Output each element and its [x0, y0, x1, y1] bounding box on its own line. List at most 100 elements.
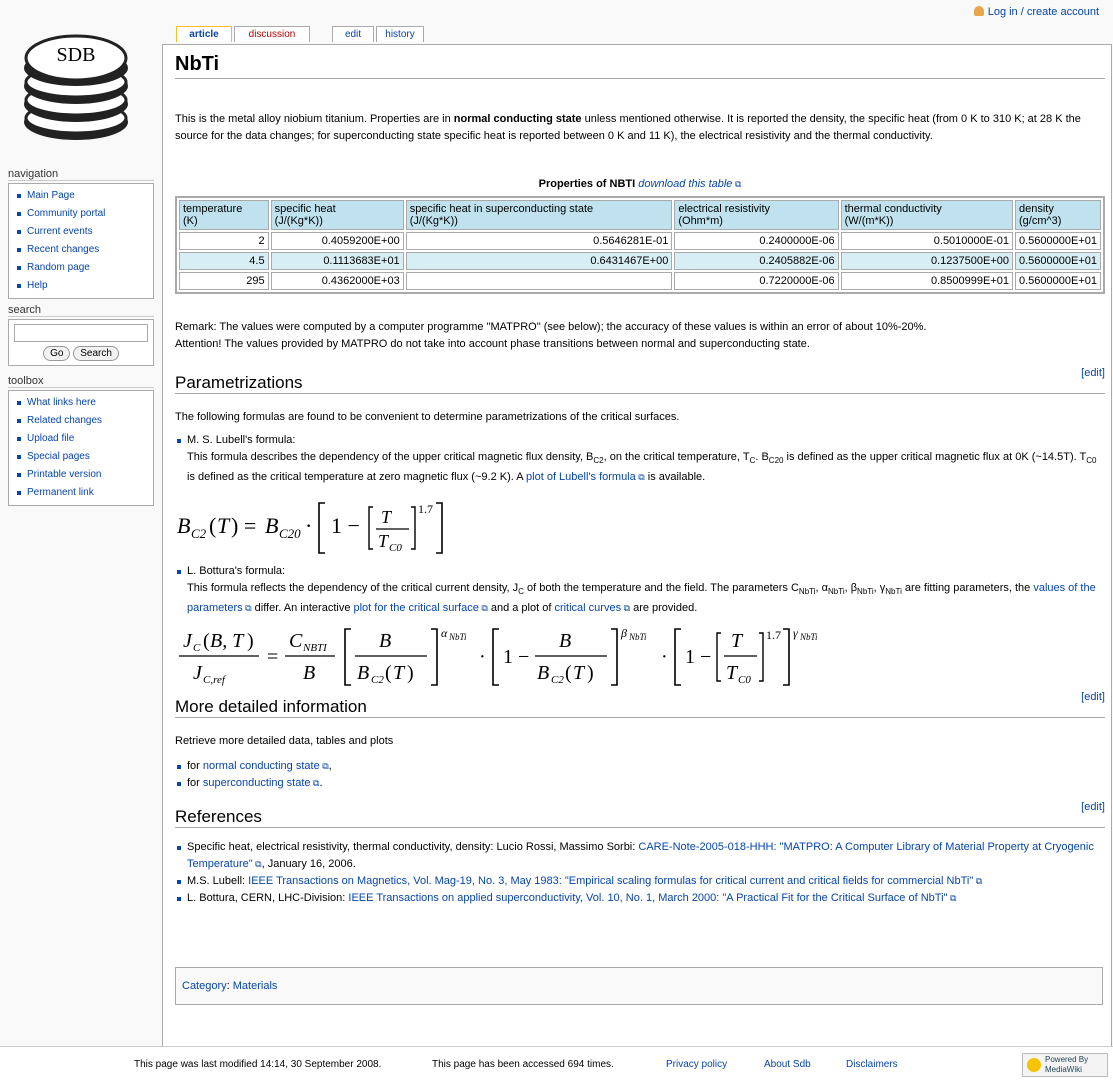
table-cell — [405, 272, 673, 290]
svg-text:B: B — [177, 513, 190, 538]
navigation-portlet: navigation Main Page Community portal Cu… — [8, 168, 154, 299]
section-parametrizations: Parametrizations [edit] — [175, 367, 1105, 394]
bottura-formula-image: J C(B, T) J C,ref = C NBTI B B B C2(T) α NbTi… — [179, 626, 818, 686]
lubell-title: M. S. Lubell's formula: — [175, 432, 1103, 449]
category-materials-link[interactable]: Materials — [233, 980, 278, 992]
nav-item-community-portal[interactable]: Community portal — [17, 205, 149, 223]
login-link[interactable]: Log in / create account — [988, 6, 1099, 18]
edit-section-link[interactable]: [edit] — [1081, 367, 1105, 379]
toolbox-heading: toolbox — [8, 375, 154, 388]
reference-item: Specific heat, electrical resistivity, t… — [175, 839, 1103, 873]
tab-edit[interactable]: edit — [332, 26, 374, 42]
category-box: Category: Materials — [175, 967, 1103, 1005]
toolbox-item-upload-file[interactable]: Upload file — [17, 430, 149, 448]
toolbox-item-related-changes[interactable]: Related changes — [17, 412, 149, 430]
user-icon — [973, 6, 984, 16]
section-references: References [edit] — [175, 801, 1105, 828]
table-cell: 0.7220000E-06 — [674, 272, 839, 290]
svg-text:C0: C0 — [738, 674, 751, 686]
tab-article[interactable]: article — [176, 26, 232, 42]
footer: This page was last modified 14:14, 30 Se… — [0, 1046, 1113, 1082]
svg-text:C2: C2 — [551, 674, 564, 686]
nav-item-random-page[interactable]: Random page — [17, 259, 149, 277]
list-item: for superconducting state ⧉. — [175, 775, 332, 792]
reference-link[interactable]: IEEE Transactions on Magnetics, Vol. Mag… — [248, 875, 973, 887]
badge-text: Powered By MediaWiki — [1045, 1055, 1089, 1074]
header-cell: temperature (K) — [179, 200, 269, 230]
nav-item-current-events[interactable]: Current events — [17, 223, 149, 241]
table-caption-title: Properties of NBTI — [538, 178, 636, 190]
lubell-description: This formula describes the dependency of… — [187, 451, 1097, 484]
go-button[interactable]: Go — [43, 346, 71, 361]
table-caption: Properties of NBTI download this table ⧉ — [175, 178, 1105, 190]
powered-by-mediawiki-badge[interactable]: Powered By MediaWiki — [1022, 1053, 1108, 1077]
lubell-plot-link[interactable]: plot of Lubell's formula — [526, 471, 636, 483]
external-link-icon: ⧉ — [947, 893, 957, 903]
table-cell: 0.4059200E+00 — [270, 232, 404, 250]
svg-text:): ) — [587, 662, 594, 684]
reference-link[interactable]: IEEE Transactions on applied superconduc… — [348, 892, 947, 904]
svg-text:NbTi: NbTi — [448, 632, 467, 642]
critical-curves-link[interactable]: critical curves — [554, 602, 621, 614]
download-table-link[interactable]: download this table — [638, 178, 732, 190]
svg-text:NbTi: NbTi — [628, 632, 647, 642]
svg-text:C: C — [289, 630, 303, 652]
table-cell: 0.8500999E+01 — [840, 272, 1013, 290]
search-input[interactable] — [14, 324, 148, 342]
nav-item-main-page[interactable]: Main Page — [17, 187, 149, 205]
table-cell: 0.2405882E-06 — [674, 252, 839, 270]
svg-text:·: · — [661, 646, 668, 668]
logo-text: SDB — [56, 44, 96, 66]
svg-text:C2: C2 — [191, 526, 207, 541]
svg-text:NbTi: NbTi — [799, 632, 818, 642]
bottura-description: This formula reflects the dependency of … — [187, 582, 1096, 615]
search-portlet: search Go Search — [8, 304, 154, 366]
table-cell: 0.5646281E-01 — [405, 232, 673, 250]
remark-paragraph: Remark: The values were computed by a co… — [175, 319, 1103, 353]
intro-bold: normal conducting state — [453, 113, 582, 125]
remark-text: Remark: The values were computed by a co… — [175, 321, 927, 333]
svg-text:): ) — [407, 662, 414, 684]
svg-text:·: · — [305, 513, 312, 538]
access-count-text: This page has been accessed 694 times. — [432, 1059, 614, 1070]
toolbox-item-printable-version[interactable]: Printable version — [17, 466, 149, 484]
site-logo[interactable]: SDB — [20, 22, 132, 144]
toolbox-item-permanent-link[interactable]: Permanent link — [17, 484, 149, 502]
edit-section-link[interactable]: [edit] — [1081, 801, 1105, 813]
svg-text:B: B — [379, 630, 391, 652]
tab-history[interactable]: history — [376, 26, 424, 42]
svg-text:T: T — [393, 662, 406, 684]
tab-discussion[interactable]: discussion — [234, 26, 310, 42]
table-cell: 0.1237500E+00 — [840, 252, 1013, 270]
header-cell: electrical resistivity (Ohm*m) — [674, 200, 839, 230]
section-heading: References — [175, 807, 262, 826]
search-button[interactable]: Search — [73, 346, 119, 361]
category-label-link[interactable]: Category — [182, 980, 227, 992]
privacy-policy-link[interactable]: Privacy policy — [666, 1059, 727, 1070]
svg-text:1 −: 1 − — [503, 646, 529, 668]
section-heading: Parametrizations — [175, 373, 303, 392]
last-modified-text: This page was last modified 14:14, 30 Se… — [134, 1059, 382, 1070]
references-list: Specific heat, electrical resistivity, t… — [175, 839, 1103, 907]
toolbox-item-special-pages[interactable]: Special pages — [17, 448, 149, 466]
svg-text:β: β — [620, 626, 627, 640]
table-cell: 0.1113683E+01 — [270, 252, 404, 270]
critical-surface-plot-link[interactable]: plot for the critical surface — [354, 602, 479, 614]
toolbox-item-what-links-here[interactable]: What links here — [17, 394, 149, 412]
disclaimers-link[interactable]: Disclaimers — [846, 1059, 898, 1070]
intro-paragraph: This is the metal alloy niobium titanium… — [175, 111, 1103, 145]
svg-text:·: · — [479, 646, 486, 668]
edit-section-link[interactable]: [edit] — [1081, 691, 1105, 703]
bottura-item: L. Bottura's formula: This formula refle… — [175, 563, 1103, 617]
table-cell: 0.5010000E-01 — [840, 232, 1013, 250]
nav-item-help[interactable]: Help — [17, 277, 149, 295]
superconducting-state-link[interactable]: superconducting state — [203, 777, 311, 789]
nav-item-recent-changes[interactable]: Recent changes — [17, 241, 149, 259]
intro-text: This is the metal alloy niobium titanium… — [175, 113, 454, 125]
normal-state-link[interactable]: normal conducting state — [203, 760, 320, 772]
svg-text:C: C — [193, 642, 201, 654]
svg-text:(: ( — [203, 630, 210, 652]
about-link[interactable]: About Sdb — [764, 1059, 811, 1070]
svg-text:1 −: 1 − — [331, 513, 360, 538]
svg-text:J: J — [193, 662, 203, 684]
